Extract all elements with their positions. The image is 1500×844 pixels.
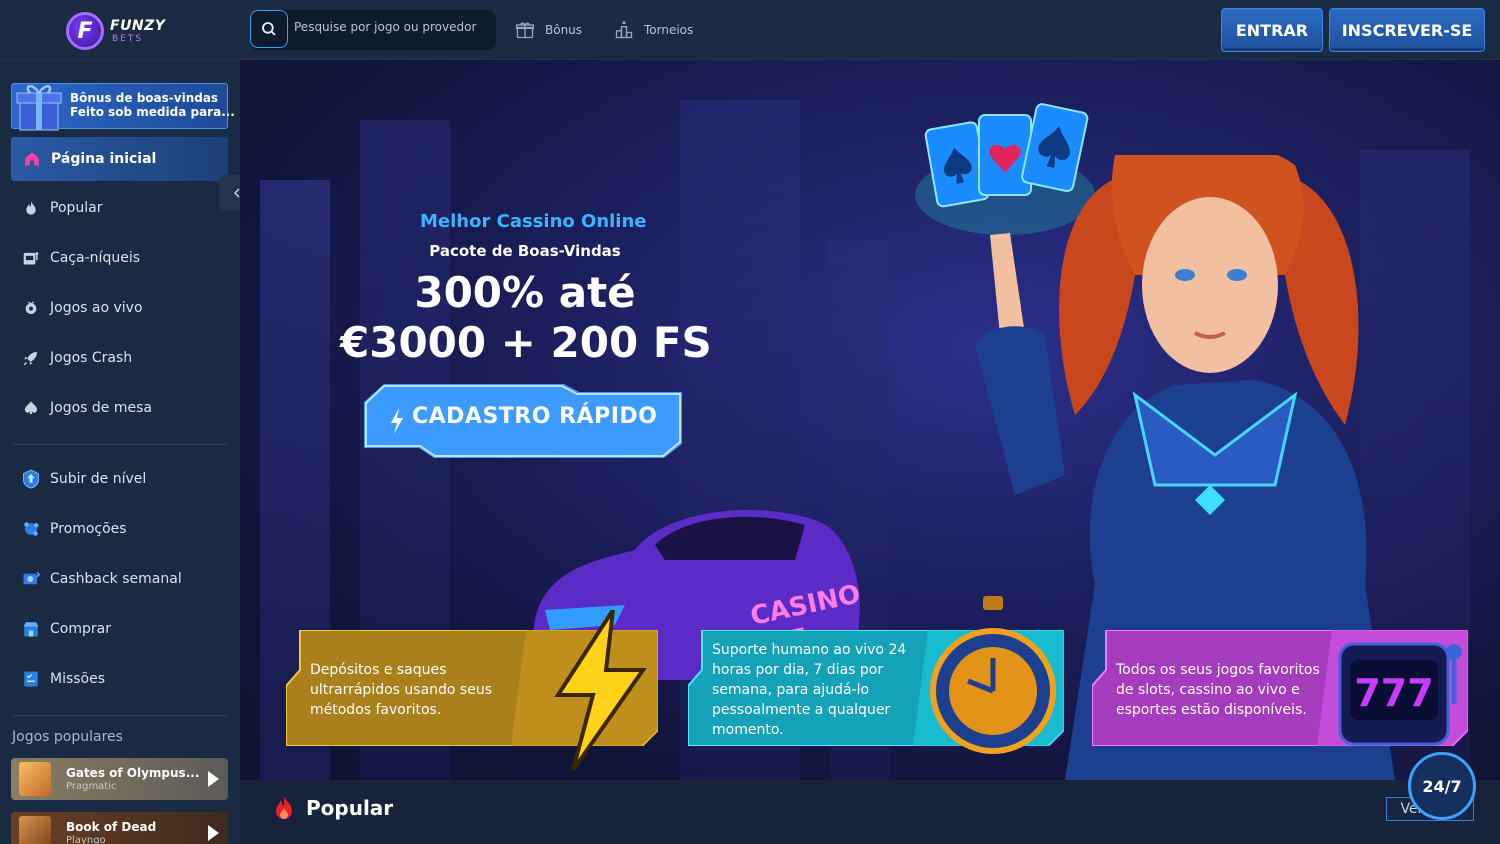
sidebar-item-popular[interactable]: Popular [22, 199, 103, 217]
gift-icon [516, 22, 534, 39]
stopwatch-icon [930, 596, 1056, 754]
quick-signup-button[interactable]: CADASTRO RÁPIDO [364, 384, 682, 458]
slot-machine-icon [22, 249, 40, 267]
shop-icon [22, 620, 40, 638]
sidebar-item-label: Subir de nível [50, 471, 147, 487]
game-thumbnail [19, 762, 51, 796]
play-icon[interactable] [206, 770, 220, 788]
logo-mark: F [66, 12, 104, 50]
popular-title-label: Popular [306, 796, 394, 820]
sidebar-divider [12, 444, 228, 445]
login-button[interactable]: ENTRAR [1221, 8, 1323, 52]
hero-title-line-1: 300% até [414, 268, 636, 317]
sidebar: Bônus de boas-vindas Feito sob medida pa… [0, 60, 255, 844]
sidebar-item-label: Página inicial [51, 151, 157, 167]
live-icon [22, 299, 40, 317]
sidebar-item-label: Jogos de mesa [50, 400, 152, 416]
spade-icon [22, 399, 40, 417]
game-name: Gates of Olympus... [66, 766, 200, 780]
missions-icon [22, 670, 40, 688]
sidebar-item-label: Comprar [50, 621, 111, 637]
welcome-bonus-card[interactable]: Bônus de boas-vindas Feito sob medida pa… [11, 83, 235, 131]
sidebar-item-missions[interactable]: Missões [22, 670, 105, 688]
hero-subtitle: Pacote de Boas-Vindas [429, 242, 621, 260]
cashback-icon [22, 570, 40, 588]
search-input[interactable] [294, 20, 490, 34]
feature-text: Suporte humano ao vivo 24 horas por dia,… [712, 642, 907, 738]
sidebar-item-slots[interactable]: Caça-níqueis [22, 249, 140, 267]
feature-card-games: 777 Todos os seus jogos favoritos de slo… [1092, 630, 1468, 746]
popular-section-title: Popular [272, 795, 393, 821]
bonus-card-title: Bônus de boas-vindas [70, 91, 219, 105]
sidebar-item-label: Jogos ao vivo [50, 300, 143, 316]
popular-game-card[interactable]: Book of Dead Playngo [11, 812, 228, 844]
hero-kicker: Melhor Cassino Online [420, 211, 647, 232]
slot-machine-icon: 777 [1338, 642, 1462, 746]
sidebar-item-cashback[interactable]: Cashback semanal [22, 570, 182, 588]
sidebar-item-label: Popular [50, 200, 103, 216]
sidebar-item-promotions[interactable]: Promoções [22, 520, 127, 538]
feature-card-support: Suporte humano ao vivo 24 horas por dia,… [688, 596, 1064, 754]
sidebar-item-label: Caça-níqueis [50, 250, 141, 266]
slot-digits: 777 [1354, 671, 1433, 715]
sidebar-item-home[interactable]: Página inicial [11, 137, 228, 181]
game-thumbnail [19, 816, 51, 844]
support-chat-button[interactable]: 24/7 [1408, 752, 1476, 820]
bonus-card-subtitle: Feito sob medida para... [70, 105, 235, 119]
lightning-icon [391, 408, 403, 434]
sidebar-item-level-up[interactable]: Subir de nível [22, 469, 147, 489]
game-provider: Playngo [66, 835, 106, 844]
sidebar-item-label: Promoções [50, 521, 127, 537]
cta-label: CADASTRO RÁPIDO [412, 404, 658, 429]
hero-title-line-2: €3000 + 200 FS [340, 318, 712, 367]
search-bar [250, 10, 496, 50]
lightning-bolt-icon [554, 610, 647, 770]
rocket-icon [22, 349, 40, 367]
sidebar-item-table-games[interactable]: Jogos de mesa [22, 399, 152, 417]
flame-icon [22, 199, 40, 217]
sidebar-item-label: Jogos Crash [50, 350, 133, 366]
sidebar-item-shop[interactable]: Comprar [22, 620, 111, 638]
nav-tournaments[interactable]: Torneios [614, 20, 693, 40]
hero-banner: CASINO 777 Melhor Cassino Online Pacote … [240, 60, 1500, 780]
logo-subtitle: BETS [112, 34, 144, 44]
top-header: F FUNZY BETS Bônus Torneios ENTRAR INSCR… [0, 0, 1500, 60]
sidebar-item-label: Missões [50, 671, 106, 687]
sidebar-item-crash[interactable]: Jogos Crash [22, 349, 132, 367]
flame-icon [276, 796, 292, 819]
sidebar-divider [12, 715, 228, 716]
feature-text: Todos os seus jogos favoritos de slots, … [1116, 662, 1320, 718]
gift-box-icon [16, 85, 62, 131]
popular-game-card[interactable]: Gates of Olympus... Pragmatic [11, 758, 228, 800]
feature-text: Depósitos e saques ultrarrápidos usando … [310, 662, 492, 718]
sidebar-item-label: Cashback semanal [50, 571, 182, 587]
game-name: Book of Dead [66, 820, 157, 834]
promo-icon [22, 520, 40, 538]
logo-wordmark: FUNZY [110, 18, 166, 34]
level-up-icon [22, 469, 40, 489]
feature-card-fast-payments: Depósitos e saques ultrarrápidos usando … [286, 610, 658, 770]
nav-tournaments-label: Torneios [644, 23, 694, 37]
popular-games-title: Jogos populares [12, 729, 123, 745]
chat-label: 24/7 [1422, 776, 1462, 796]
search-icon [262, 22, 276, 36]
sidebar-item-live[interactable]: Jogos ao vivo [22, 299, 143, 317]
nav-bonus[interactable]: Bônus [515, 20, 582, 40]
search-button[interactable] [250, 10, 288, 48]
play-icon[interactable] [206, 824, 220, 842]
home-icon [25, 152, 39, 166]
podium-icon [615, 20, 633, 39]
game-provider: Pragmatic [66, 781, 117, 792]
nav-bonus-label: Bônus [545, 23, 583, 37]
brand-logo[interactable]: F FUNZY BETS [66, 12, 176, 52]
register-button[interactable]: INSCREVER-SE [1329, 8, 1485, 52]
